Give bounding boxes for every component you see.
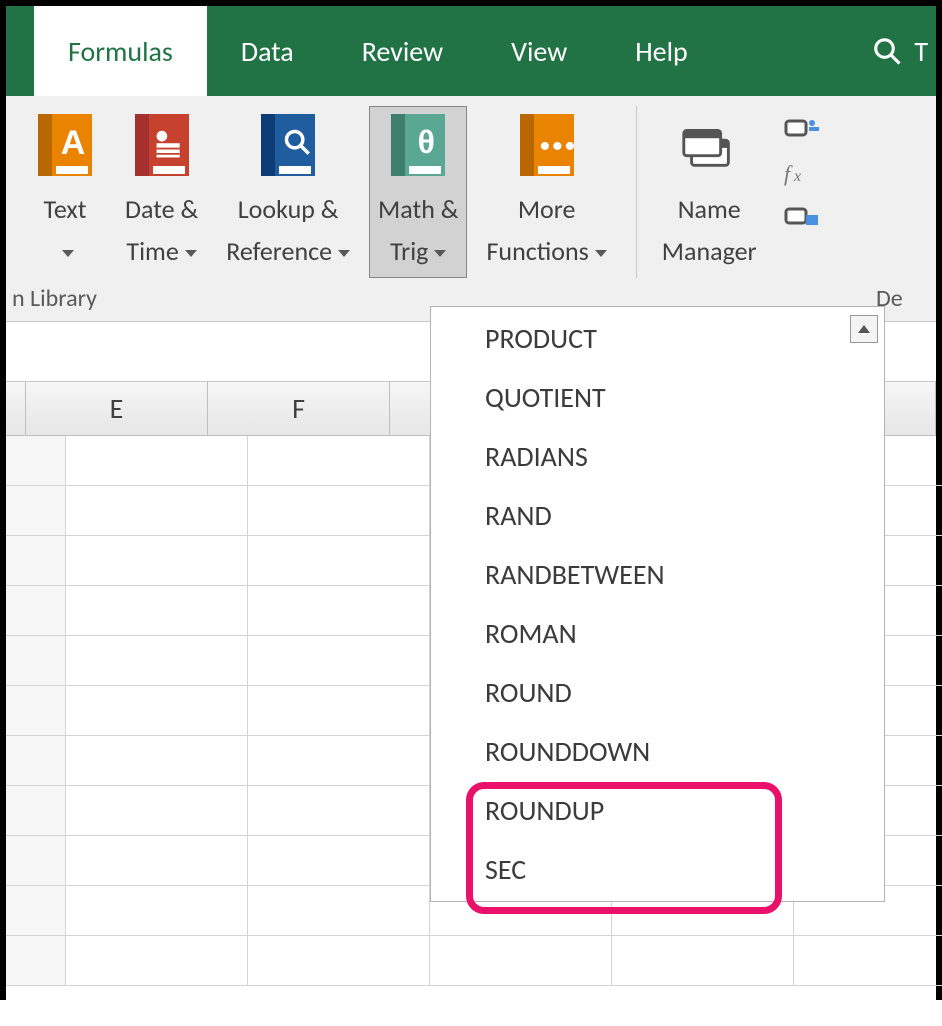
tab-formulas[interactable]: Formulas [34, 6, 207, 96]
menu-item-rounddown[interactable]: ROUNDDOWN [433, 722, 882, 781]
date-time-icon [130, 113, 194, 177]
date-time-label-1: Date & [125, 193, 198, 225]
menu-item[interactable]: RADIANS [433, 427, 882, 486]
more-functions-icon: ••• [515, 113, 579, 177]
caret-icon [62, 250, 74, 257]
menu-item[interactable]: RAND [433, 486, 882, 545]
define-name-icon[interactable] [784, 114, 820, 144]
text-label: Text [44, 193, 87, 225]
ribbon-tabs: Formulas Data Review View Help T [6, 6, 936, 96]
menu-item[interactable]: ROUND [433, 663, 882, 722]
more-label-1: More [518, 193, 576, 225]
math-label-1: Math & [378, 193, 458, 225]
caret-icon [434, 250, 446, 257]
ribbon: A Text [6, 96, 936, 322]
more-label-2: Functions [486, 235, 588, 267]
tab-data[interactable]: Data [207, 6, 328, 96]
lookup-label-1: Lookup & [238, 193, 339, 225]
svg-text:x: x [793, 168, 801, 185]
tab-view[interactable]: View [477, 6, 601, 96]
caret-icon [185, 250, 197, 257]
menu-item[interactable]: QUOTIENT [433, 368, 882, 427]
name-mgr-label-2: Manager [662, 235, 757, 267]
lookup-label-2: Reference [226, 235, 332, 267]
column-header-F[interactable]: F [208, 382, 390, 436]
math-label-2: Trig [390, 235, 428, 267]
caret-icon [595, 250, 607, 257]
tell-me-search[interactable]: T [872, 6, 928, 96]
lookup-reference-button[interactable]: Lookup & Reference [217, 106, 359, 278]
select-all-corner[interactable] [6, 382, 26, 436]
text-button[interactable]: A Text [24, 106, 106, 278]
date-time-label-2: Time [126, 235, 178, 267]
search-icon [872, 36, 902, 66]
tab-help[interactable]: Help [601, 6, 722, 96]
lookup-icon [256, 113, 320, 177]
caret-icon [338, 250, 350, 257]
tab-review[interactable]: Review [328, 6, 477, 96]
math-trig-button[interactable]: θ Math & Trig [369, 106, 467, 278]
ribbon-separator [636, 106, 637, 278]
name-mgr-label-1: Name [678, 193, 741, 225]
text-icon: A [33, 113, 97, 177]
more-functions-button[interactable]: ••• More Functions [477, 106, 615, 278]
menu-item-roundup[interactable]: ROUNDUP [433, 781, 882, 840]
menu-item[interactable]: RANDBETWEEN [433, 545, 882, 604]
math-trig-dropdown: PRODUCT QUOTIENT RADIANS RAND RANDBETWEE… [430, 306, 885, 902]
create-from-selection-icon[interactable] [784, 202, 820, 232]
column-header-E[interactable]: E [26, 382, 208, 436]
name-manager-icon [677, 113, 741, 177]
name-side-icons: f x [776, 106, 820, 232]
defined-names-group-label-partial: De [876, 278, 936, 321]
svg-text:f: f [784, 161, 793, 186]
menu-item[interactable]: PRODUCT [433, 309, 882, 368]
date-time-button[interactable]: Date & Time [116, 106, 207, 278]
menu-item[interactable]: SEC [433, 840, 882, 899]
menu-item[interactable]: ROMAN [433, 604, 882, 663]
tell-me-text: T [914, 34, 928, 69]
use-in-formula-icon[interactable]: f x [784, 158, 820, 188]
name-manager-button[interactable]: Name Manager [653, 106, 766, 278]
math-trig-icon: θ [386, 113, 450, 177]
